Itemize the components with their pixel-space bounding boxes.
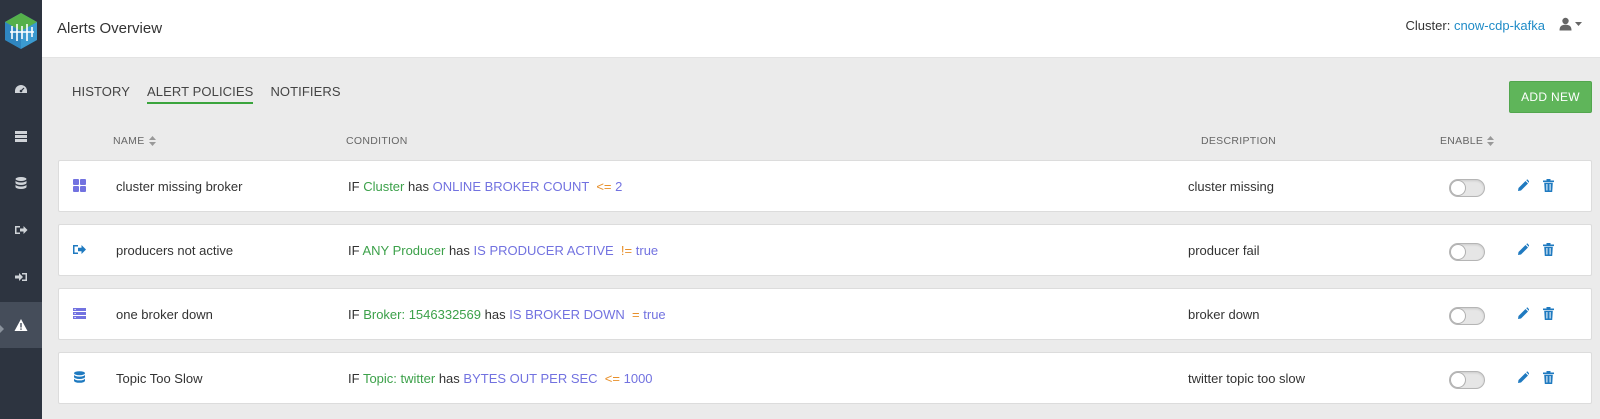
sidebar-item-consumers[interactable] <box>0 254 42 300</box>
top-header: Alerts Overview Cluster: cnow-cdp-kafka <box>42 0 1600 58</box>
policy-name: Topic Too Slow <box>116 371 203 386</box>
enable-toggle[interactable] <box>1449 243 1485 261</box>
delete-trash-icon[interactable] <box>1543 179 1554 192</box>
edit-pencil-icon[interactable] <box>1517 371 1529 384</box>
chevron-down-icon <box>1575 21 1582 26</box>
condition-metric: IS PRODUCER ACTIVE <box>473 243 614 258</box>
alert-policy-row: producers not active IF ANY Producer has… <box>58 224 1592 276</box>
tab-history[interactable]: HISTORY <box>72 84 130 104</box>
policy-name: one broker down <box>116 307 213 322</box>
policy-name: cluster missing broker <box>116 179 243 194</box>
condition-target: ANY Producer <box>362 243 446 258</box>
broker-icon <box>73 308 86 319</box>
edit-pencil-icon[interactable] <box>1517 307 1529 320</box>
dashboard-icon <box>15 85 27 93</box>
condition-target: Cluster <box>363 179 405 194</box>
condition-operator: <= <box>604 371 620 386</box>
column-header-condition-label: CONDITION <box>346 135 408 147</box>
policy-description: cluster missing <box>1188 179 1274 194</box>
cluster-label: Cluster: <box>1405 18 1451 33</box>
delete-trash-icon[interactable] <box>1543 243 1554 256</box>
sidebar-item-producers[interactable] <box>0 207 42 253</box>
enable-toggle[interactable] <box>1449 179 1485 197</box>
producer-icon <box>73 245 86 254</box>
sort-icon[interactable] <box>148 136 156 146</box>
condition-metric: BYTES OUT PER SEC <box>463 371 598 386</box>
condition-value: true <box>635 243 659 258</box>
sidebar <box>0 0 42 419</box>
condition-target: Topic: twitter <box>362 371 436 386</box>
tab-notifiers[interactable]: NOTIFIERS <box>270 84 340 104</box>
cluster-icon <box>73 179 86 192</box>
app-logo-icon[interactable] <box>3 12 39 50</box>
user-menu[interactable] <box>1559 17 1582 31</box>
policy-condition: IF Broker: 1546332569 has IS BROKER DOWN… <box>348 307 666 322</box>
edit-pencil-icon[interactable] <box>1517 179 1529 192</box>
condition-has: has <box>408 179 429 194</box>
sidebar-item-topics[interactable] <box>0 160 42 206</box>
condition-value: true <box>643 307 666 322</box>
policy-condition: IF ANY Producer has IS PRODUCER ACTIVE !… <box>348 243 658 258</box>
alert-policy-row: cluster missing broker IF Cluster has ON… <box>58 160 1592 212</box>
tab-alert-policies[interactable]: ALERT POLICIES <box>147 84 254 104</box>
toggle-knob <box>1450 180 1466 196</box>
column-header-enable[interactable]: ENABLE <box>1440 135 1495 147</box>
condition-if: IF <box>348 307 360 322</box>
condition-metric: ONLINE BROKER COUNT <box>432 179 590 194</box>
sidebar-item-brokers[interactable] <box>0 113 42 159</box>
column-header-description: DESCRIPTION <box>1201 135 1276 147</box>
column-header-description-label: DESCRIPTION <box>1201 135 1277 147</box>
policy-condition: IF Cluster has ONLINE BROKER COUNT <= 2 <box>348 179 622 194</box>
producers-icon <box>15 226 28 234</box>
column-header-enable-label: ENABLE <box>1440 135 1484 147</box>
condition-operator: <= <box>596 179 612 194</box>
enable-toggle[interactable] <box>1449 371 1485 389</box>
column-header-condition: CONDITION <box>346 135 408 147</box>
add-new-button[interactable]: ADD NEW <box>1509 81 1592 113</box>
condition-operator: != <box>620 243 633 258</box>
sidebar-item-dashboard[interactable] <box>0 67 42 113</box>
condition-metric: IS BROKER DOWN <box>509 307 625 322</box>
condition-has: has <box>484 307 506 322</box>
policy-description: broker down <box>1188 307 1260 322</box>
alert-policy-row: one broker down IF Broker: 1546332569 ha… <box>58 288 1592 340</box>
condition-if: IF <box>348 371 360 386</box>
condition-value: 2 <box>615 179 623 194</box>
delete-trash-icon[interactable] <box>1543 307 1554 320</box>
sort-icon[interactable] <box>1487 136 1495 146</box>
alerts-icon <box>14 319 28 331</box>
consumers-icon <box>15 273 27 281</box>
policy-description: twitter topic too slow <box>1188 371 1306 386</box>
policy-name: producers not active <box>116 243 234 258</box>
condition-operator: = <box>632 307 640 322</box>
cluster-indicator: Cluster: cnow-cdp-kafka <box>1406 18 1545 33</box>
column-header-name-label: NAME <box>113 135 145 147</box>
condition-has: has <box>448 243 470 258</box>
sidebar-item-alerts[interactable] <box>0 302 42 348</box>
condition-has: has <box>438 371 460 386</box>
toggle-knob <box>1450 308 1466 324</box>
condition-if: IF <box>348 179 360 194</box>
topics-icon <box>15 177 27 189</box>
active-caret-icon <box>0 325 4 333</box>
policy-description: producer fail <box>1188 243 1260 258</box>
user-icon <box>1559 17 1572 31</box>
condition-if: IF <box>348 243 360 258</box>
delete-trash-icon[interactable] <box>1543 371 1554 384</box>
column-header-name[interactable]: NAME <box>113 135 156 147</box>
condition-target: Broker: 1546332569 <box>363 307 481 322</box>
toggle-knob <box>1450 372 1466 388</box>
enable-toggle[interactable] <box>1449 307 1485 325</box>
topic-icon <box>74 371 85 383</box>
policy-condition: IF Topic: twitter has BYTES OUT PER SEC … <box>348 371 653 386</box>
page-title: Alerts Overview <box>57 20 163 37</box>
alerts-tabs: HISTORY ALERT POLICIES NOTIFIERS <box>72 84 358 104</box>
edit-pencil-icon[interactable] <box>1517 243 1529 256</box>
toggle-knob <box>1450 244 1466 260</box>
condition-value: 1000 <box>623 371 653 386</box>
cluster-name-link[interactable]: cnow-cdp-kafka <box>1454 18 1545 33</box>
alert-policy-row: Topic Too Slow IF Topic: twitter has BYT… <box>58 352 1592 404</box>
brokers-icon <box>15 131 27 142</box>
